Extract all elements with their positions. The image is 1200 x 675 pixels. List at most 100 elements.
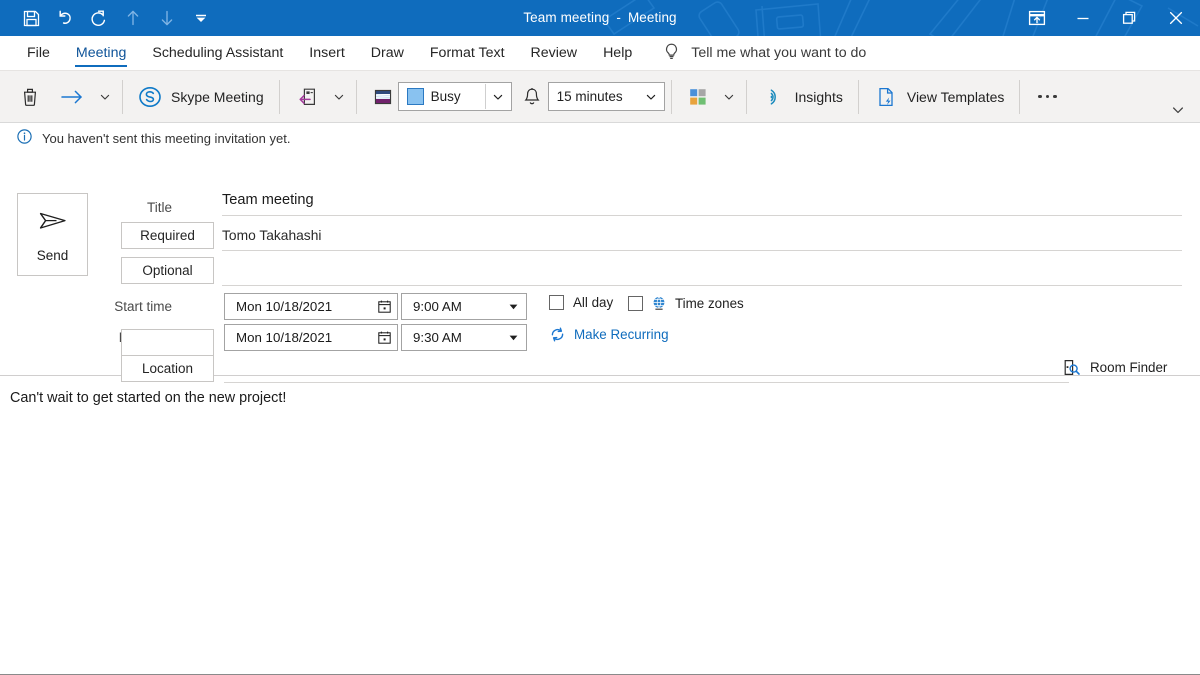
dot <box>1053 94 1057 99</box>
ribbon-toolbar: Skype Meeting Busy 15 minutes Insights V… <box>0 70 1200 122</box>
end-date-input[interactable]: Mon 10/18/2021 <box>224 324 398 351</box>
show-as-chevron-icon[interactable] <box>484 84 511 109</box>
response-options-button[interactable] <box>286 78 328 116</box>
tab-insert[interactable]: Insert <box>296 36 357 70</box>
end-time-dropdown-icon[interactable] <box>500 326 526 349</box>
meeting-form: Send Title Team meeting Required Tomo Ta… <box>0 153 1200 383</box>
title-input[interactable]: Team meeting <box>222 185 1182 216</box>
tab-label: File <box>27 45 50 61</box>
all-day-checkbox-row[interactable]: All day <box>549 295 613 310</box>
start-time-input[interactable]: 9:00 AM <box>401 293 527 320</box>
delete-button[interactable] <box>10 78 50 116</box>
info-icon <box>16 128 33 148</box>
location-label: Location <box>141 361 194 376</box>
tab-label: Meeting <box>75 45 127 61</box>
send-label: Send <box>36 247 69 263</box>
tab-meeting[interactable]: Meeting <box>63 36 139 70</box>
show-as-button[interactable] <box>363 78 398 116</box>
time-zones-checkbox-row[interactable]: Time zones <box>628 295 744 311</box>
meeting-body[interactable]: Can't wait to get started on the new pro… <box>0 376 1200 674</box>
collapse-ribbon-chevron-icon[interactable] <box>1166 100 1190 120</box>
recurrence-icon <box>549 326 566 343</box>
send-button[interactable]: Send <box>17 193 88 276</box>
save-icon[interactable] <box>14 3 48 33</box>
tab-help[interactable]: Help <box>590 36 645 70</box>
make-recurring-label: Make Recurring <box>574 327 669 342</box>
ribbon-display-options-icon[interactable] <box>1014 0 1060 36</box>
calendar-picker-icon[interactable] <box>371 326 397 349</box>
view-templates-label: View Templates <box>906 88 1005 105</box>
ribbon-tab-bar: File Meeting Scheduling Assistant Insert… <box>0 36 1200 70</box>
reminder-value: 15 minutes <box>556 89 623 104</box>
all-day-checkbox[interactable] <box>549 295 564 310</box>
skype-meeting-button[interactable]: Skype Meeting <box>129 78 273 116</box>
reminder-button[interactable] <box>512 78 548 116</box>
view-templates-icon <box>874 85 898 109</box>
tell-me-search[interactable]: Tell me what you want to do <box>645 36 866 70</box>
insights-label: Insights <box>794 88 843 105</box>
end-time-input[interactable]: 9:30 AM <box>401 324 527 351</box>
ribbon-separator <box>355 79 357 114</box>
start-time-label: Start time <box>114 299 172 314</box>
show-as-value: Busy <box>430 89 461 104</box>
categorize-grid-icon <box>687 86 709 108</box>
end-time-value: 9:30 AM <box>413 330 462 345</box>
optional-attendees-button[interactable]: Optional <box>121 257 214 284</box>
tab-label: Review <box>530 45 578 61</box>
reminder-select[interactable]: 15 minutes <box>547 82 665 111</box>
ribbon-separator <box>1019 79 1021 114</box>
start-date-input[interactable]: Mon 10/18/2021 <box>224 293 398 320</box>
quick-access-toolbar <box>0 0 218 36</box>
required-attendees-button[interactable]: Required <box>121 222 214 249</box>
tab-format-text[interactable]: Format Text <box>417 36 518 70</box>
tab-scheduling-assistant[interactable]: Scheduling Assistant <box>139 36 296 70</box>
show-as-select[interactable]: Busy <box>397 82 512 111</box>
close-icon[interactable] <box>1152 0 1200 36</box>
tab-draw[interactable]: Draw <box>358 36 417 70</box>
room-finder-label: Room Finder <box>1090 360 1168 375</box>
optional-attendees-input[interactable] <box>222 255 1182 286</box>
response-options-icon <box>295 85 319 109</box>
categorize-button[interactable] <box>678 78 718 116</box>
response-options-chevron-icon[interactable] <box>328 78 350 116</box>
restore-icon[interactable] <box>1106 0 1152 36</box>
undo-icon[interactable] <box>48 3 82 33</box>
show-as-icon <box>372 87 394 107</box>
customize-quick-access-toolbar-icon[interactable] <box>184 3 218 33</box>
time-zones-checkbox[interactable] <box>628 295 643 311</box>
room-finder-button[interactable]: Room Finder <box>1062 358 1167 377</box>
skype-icon <box>138 85 162 109</box>
required-attendees-input[interactable]: Tomo Takahashi <box>222 220 1182 251</box>
more-commands-button[interactable] <box>1026 78 1069 116</box>
start-date-value: Mon 10/18/2021 <box>236 299 333 314</box>
meeting-body-text: Can't wait to get started on the new pro… <box>10 390 287 406</box>
dot <box>1045 94 1050 99</box>
insights-button[interactable]: Insights <box>753 78 852 116</box>
minimize-icon[interactable] <box>1060 0 1106 36</box>
tab-review[interactable]: Review <box>518 36 591 70</box>
tab-label: Draw <box>370 45 404 61</box>
start-time-dropdown-icon[interactable] <box>500 295 526 318</box>
redo-icon[interactable] <box>82 3 116 33</box>
calendar-picker-icon[interactable] <box>371 295 397 318</box>
forward-arrow-icon <box>59 87 85 107</box>
location-button[interactable]: Location <box>121 355 214 382</box>
tab-file[interactable]: File <box>14 36 63 70</box>
categorize-chevron-icon[interactable] <box>718 78 740 116</box>
skype-meeting-label: Skype Meeting <box>171 88 264 105</box>
trash-icon <box>19 86 41 108</box>
forward-button[interactable] <box>50 78 94 116</box>
tab-label: Scheduling Assistant <box>152 45 284 61</box>
make-recurring-link[interactable]: Make Recurring <box>549 326 669 343</box>
reminder-chevron-icon[interactable] <box>639 84 664 109</box>
next-item-icon[interactable] <box>150 3 184 33</box>
required-label: Required <box>140 228 195 243</box>
view-templates-button[interactable]: View Templates <box>865 78 1014 116</box>
title-label: Title <box>146 200 172 215</box>
forward-dropdown-chevron-icon[interactable] <box>94 78 116 116</box>
ribbon-separator <box>745 79 747 114</box>
location-input[interactable] <box>224 352 1069 383</box>
previous-item-icon[interactable] <box>116 3 150 33</box>
tell-me-label: Tell me what you want to do <box>691 45 867 61</box>
tab-label: Insert <box>309 45 345 61</box>
